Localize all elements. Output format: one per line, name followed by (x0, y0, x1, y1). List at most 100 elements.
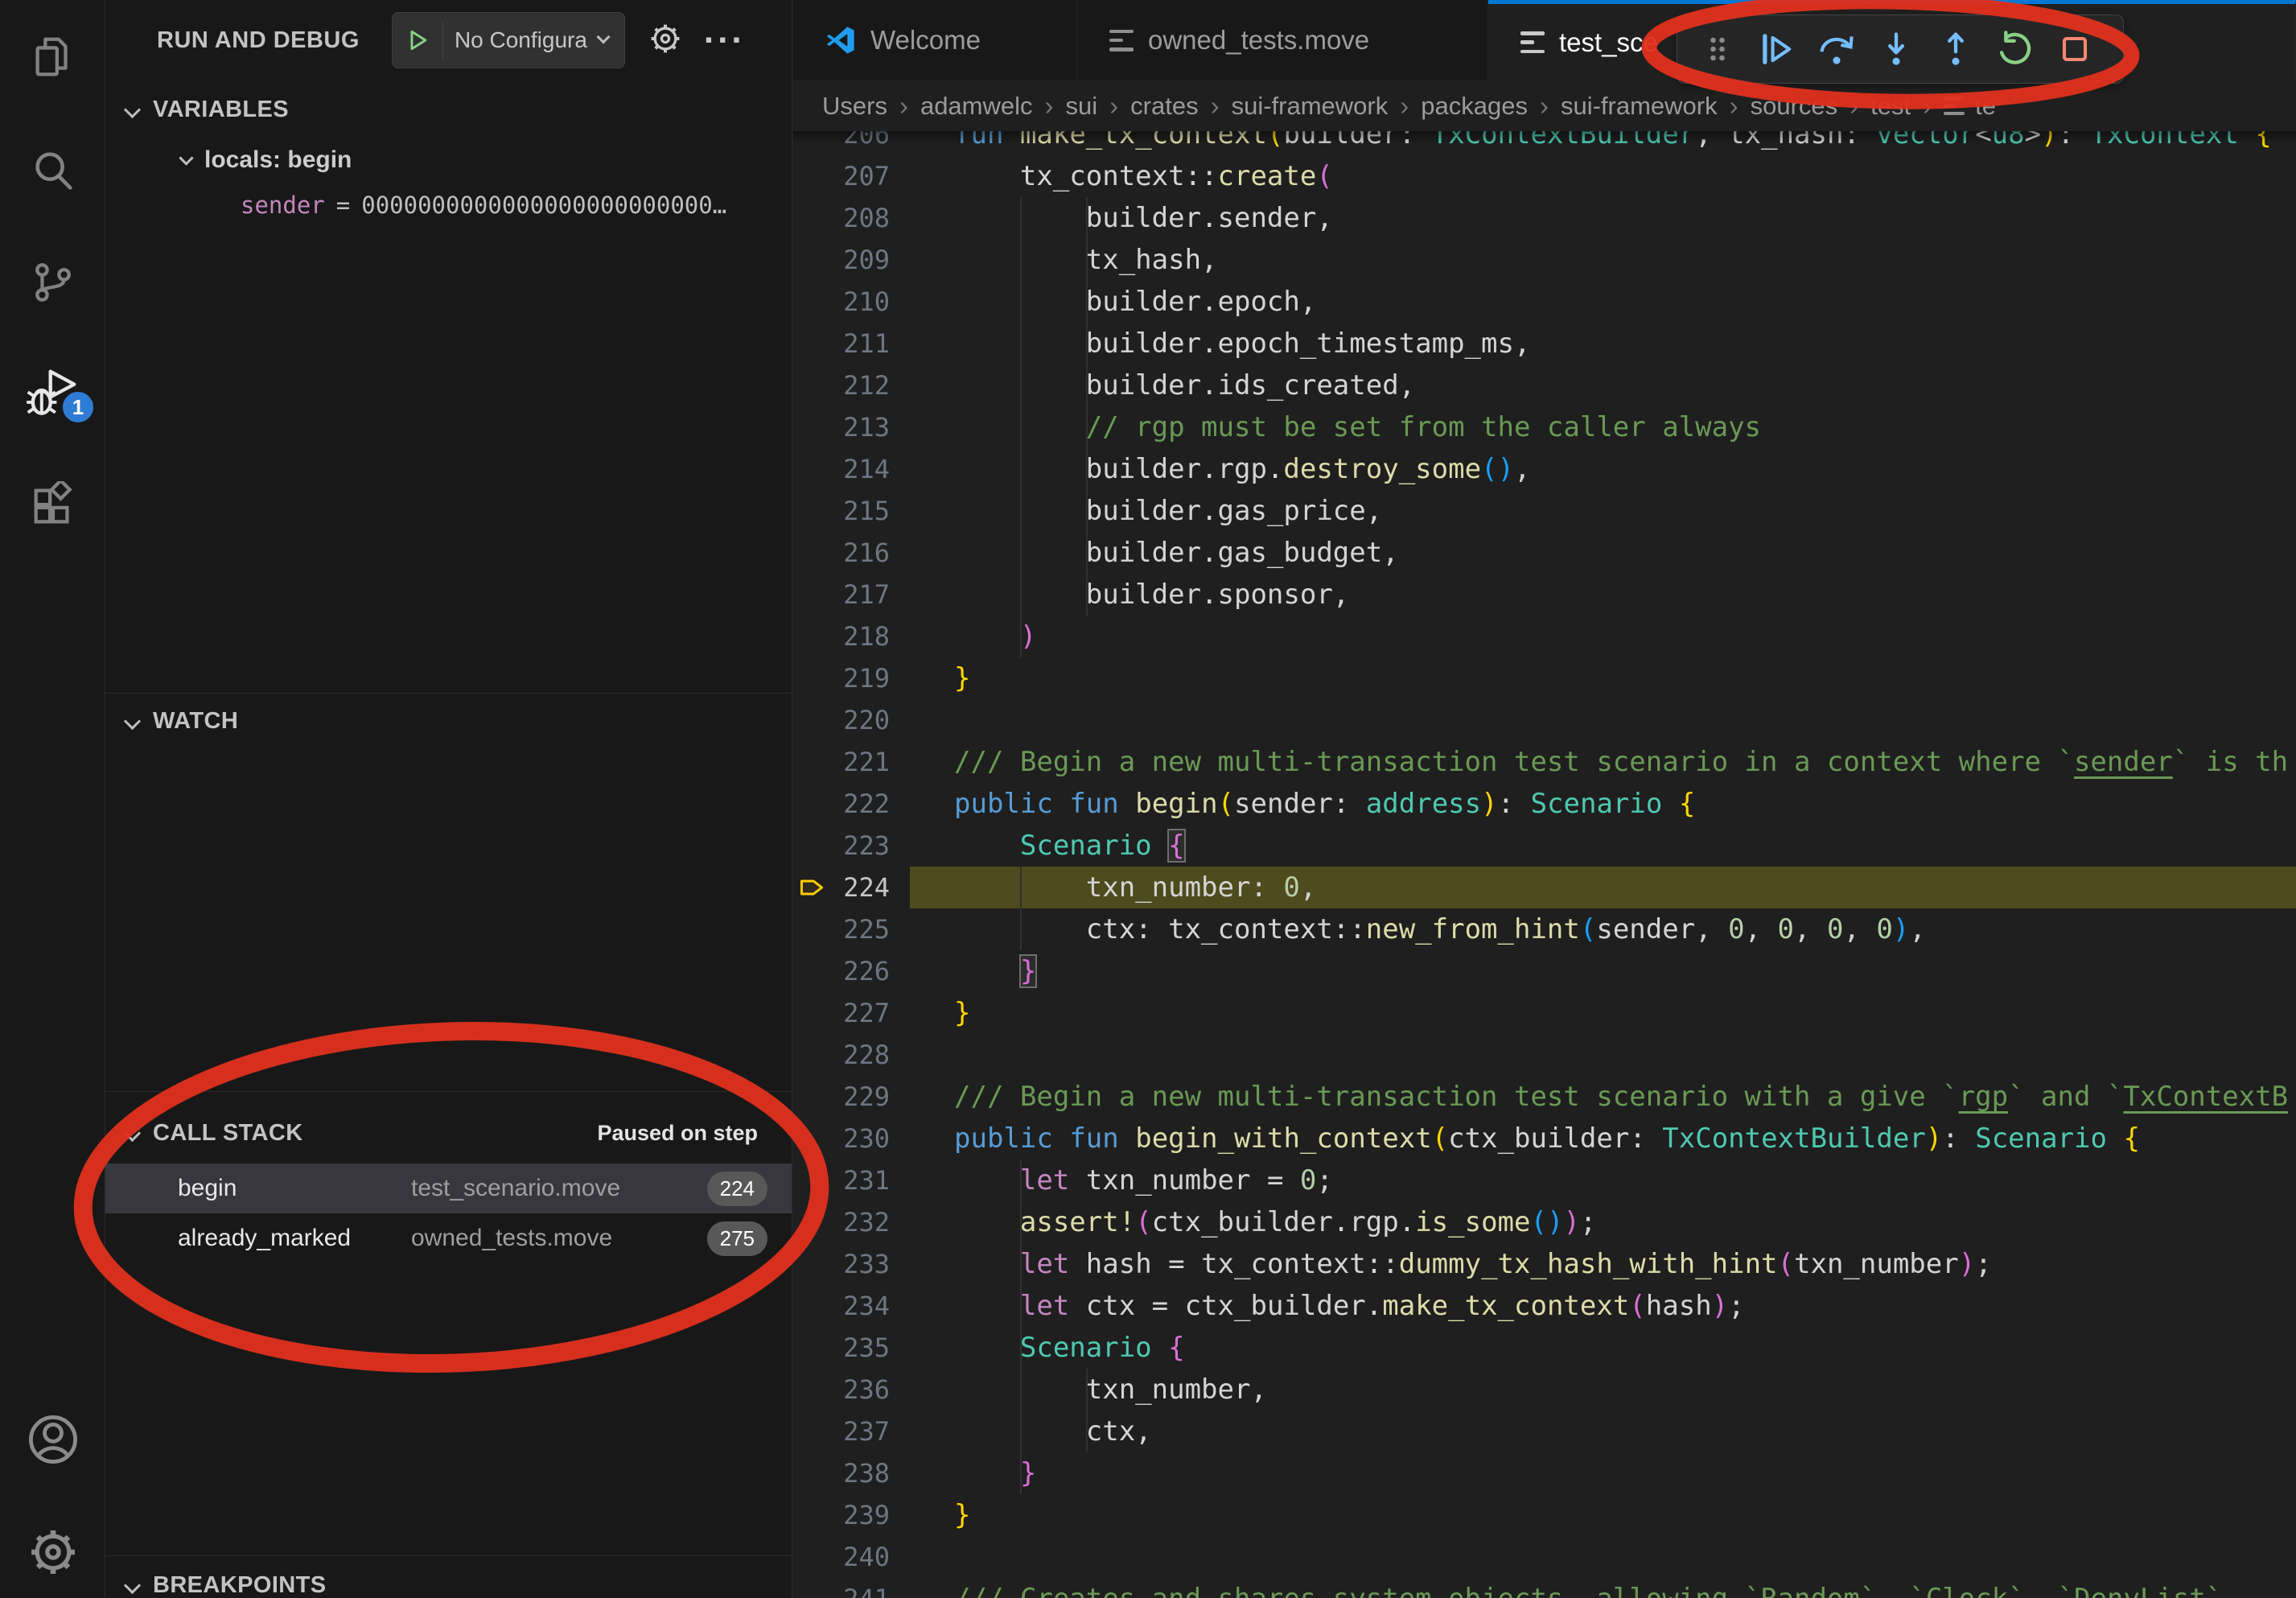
line-number[interactable]: 208 (793, 197, 890, 239)
code-text: /// Begin a new multi-transaction test s… (954, 1076, 2296, 1118)
line-number[interactable]: 221 (793, 741, 890, 783)
code-line-211: 211 builder.epoch_timestamp_ms, (793, 323, 2296, 364)
explorer-icon[interactable] (0, 23, 105, 95)
line-number[interactable]: 231 (793, 1159, 890, 1201)
frame-function: already_marked (178, 1225, 411, 1252)
line-number[interactable]: 236 (793, 1369, 890, 1411)
breadcrumb-item[interactable]: crates (1130, 92, 1198, 121)
stop-icon[interactable] (2049, 23, 2101, 75)
code-text: Scenario { (954, 825, 2296, 867)
line-number[interactable]: 227 (793, 992, 890, 1034)
line-number[interactable]: 229 (793, 1076, 890, 1118)
step-over-icon[interactable] (1811, 23, 1862, 75)
chevron-down-icon (124, 712, 141, 729)
line-number[interactable]: 226 (793, 950, 890, 992)
line-number[interactable]: 215 (793, 490, 890, 532)
file-icon (1520, 31, 1545, 53)
toolbar-drag-grip-icon[interactable] (1692, 23, 1743, 75)
call-stack-frame[interactable]: begintest_scenario.move224 (105, 1163, 792, 1213)
breadcrumb-item[interactable]: sources (1751, 92, 1838, 121)
line-number[interactable]: 225 (793, 908, 890, 950)
line-number[interactable]: 218 (793, 616, 890, 657)
breadcrumb-item[interactable]: sui-framework (1232, 92, 1389, 121)
code-text: builder.epoch, (954, 281, 2296, 323)
tab-owned-tests[interactable]: owned_tests.move (1077, 0, 1488, 80)
line-number[interactable]: 235 (793, 1327, 890, 1369)
more-actions-icon[interactable]: ... (704, 23, 746, 57)
frame-function: begin (178, 1175, 411, 1202)
line-number[interactable]: 209 (793, 239, 890, 281)
line-number[interactable]: 238 (793, 1452, 890, 1494)
line-number[interactable]: 220 (793, 699, 890, 741)
start-debug-icon[interactable] (404, 27, 431, 54)
extensions-icon[interactable] (0, 470, 105, 542)
variable-row[interactable]: sender=0000000000000000000000000… (105, 183, 792, 227)
search-icon[interactable] (0, 135, 105, 208)
variables-scope-row[interactable]: locals: begin (105, 138, 792, 182)
step-into-icon[interactable] (1870, 23, 1922, 75)
breadcrumb-separator: › (1848, 91, 1860, 121)
call-stack-frame[interactable]: already_markedowned_tests.move275 (105, 1213, 792, 1263)
breadcrumb-item[interactable]: test (1870, 92, 1911, 121)
code-text: } (954, 992, 2296, 1034)
code-text: let txn_number = 0; (954, 1159, 2296, 1201)
breadcrumb-separator: › (1921, 91, 1933, 121)
section-divider (105, 1555, 792, 1556)
code-text: ctx: tx_context::new_from_hint(sender, 0… (954, 908, 2296, 950)
code-line-233: 233 let hash = tx_context::dummy_tx_hash… (793, 1243, 2296, 1285)
line-number[interactable]: 210 (793, 281, 890, 323)
call-stack-section-header[interactable]: CALL STACK Paused on step (105, 1110, 792, 1155)
line-number[interactable]: 217 (793, 574, 890, 616)
line-number[interactable]: 216 (793, 532, 890, 574)
tab-welcome[interactable]: Welcome (793, 0, 1077, 80)
settings-gear-icon[interactable] (0, 1516, 105, 1588)
line-number[interactable]: 212 (793, 364, 890, 406)
frame-line-badge: 224 (707, 1172, 767, 1206)
line-number[interactable]: 214 (793, 448, 890, 490)
code-line-207: 207 tx_context::create( (793, 155, 2296, 197)
line-number[interactable]: 223 (793, 825, 890, 867)
line-number[interactable]: 234 (793, 1285, 890, 1327)
step-out-icon[interactable] (1930, 23, 1981, 75)
breadcrumb-item[interactable]: Users (822, 92, 887, 121)
sidebar-title: RUN AND DEBUG (157, 27, 360, 54)
line-number[interactable]: 230 (793, 1118, 890, 1159)
line-number[interactable]: 237 (793, 1411, 890, 1452)
code-editor[interactable]: 206fun make_tx_context(builder: TxContex… (793, 131, 2296, 1598)
chevron-down-icon (179, 150, 193, 165)
run-and-debug-icon[interactable]: 1 (0, 357, 105, 430)
breakpoints-section-header[interactable]: BREAKPOINTS (105, 1563, 792, 1598)
line-number[interactable]: 240 (793, 1536, 890, 1578)
line-number[interactable]: 211 (793, 323, 890, 364)
line-number[interactable]: 222 (793, 783, 890, 825)
section-divider (105, 1091, 792, 1092)
breadcrumb-item[interactable]: packages (1421, 92, 1528, 121)
line-number[interactable]: 213 (793, 406, 890, 448)
variables-section-header[interactable]: VARIABLES (105, 87, 792, 132)
continue-icon[interactable] (1751, 23, 1803, 75)
breadcrumb-item[interactable]: sui (1066, 92, 1098, 121)
code-text: assert!(ctx_builder.rgp.is_some()); (954, 1201, 2296, 1243)
code-text: txn_number, (954, 1369, 2296, 1411)
debug-configuration-dropdown[interactable]: No Configura (392, 12, 625, 68)
watch-section-header[interactable]: WATCH (105, 698, 792, 743)
account-icon[interactable] (0, 1403, 105, 1476)
restart-icon[interactable] (1989, 23, 2041, 75)
breadcrumb-item[interactable]: adamwelc (920, 92, 1033, 121)
code-text: Scenario { (954, 1327, 2296, 1369)
line-number[interactable]: 228 (793, 1034, 890, 1076)
line-number[interactable]: 219 (793, 657, 890, 699)
source-control-icon[interactable] (0, 246, 105, 319)
line-number[interactable]: 239 (793, 1494, 890, 1536)
code-line-226: 226 } (793, 950, 2296, 992)
breadcrumb-item[interactable]: sui-framework (1561, 92, 1718, 121)
debug-settings-gear-icon[interactable] (648, 21, 683, 60)
breadcrumb-separator: › (1398, 91, 1410, 121)
line-number[interactable]: 233 (793, 1243, 890, 1285)
breadcrumb-item-file[interactable]: te (1975, 92, 1996, 121)
code-line-225: 225 ctx: tx_context::new_from_hint(sende… (793, 908, 2296, 950)
line-number[interactable]: 207 (793, 155, 890, 197)
variable-value: 0000000000000000000000000… (361, 192, 726, 219)
line-number[interactable]: 232 (793, 1201, 890, 1243)
line-number[interactable]: 241 (793, 1578, 890, 1598)
